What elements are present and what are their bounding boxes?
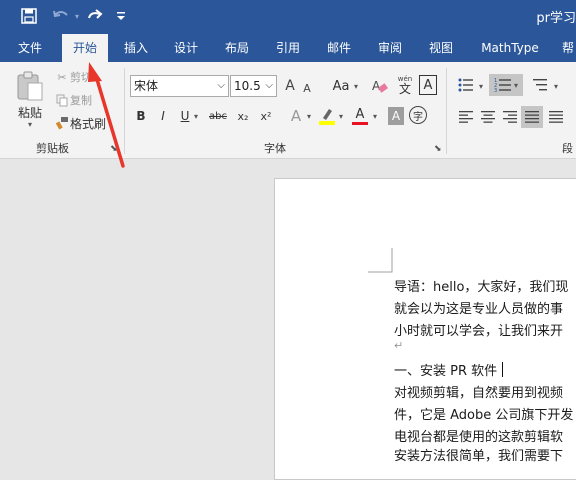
annotation-arrow xyxy=(88,62,125,168)
